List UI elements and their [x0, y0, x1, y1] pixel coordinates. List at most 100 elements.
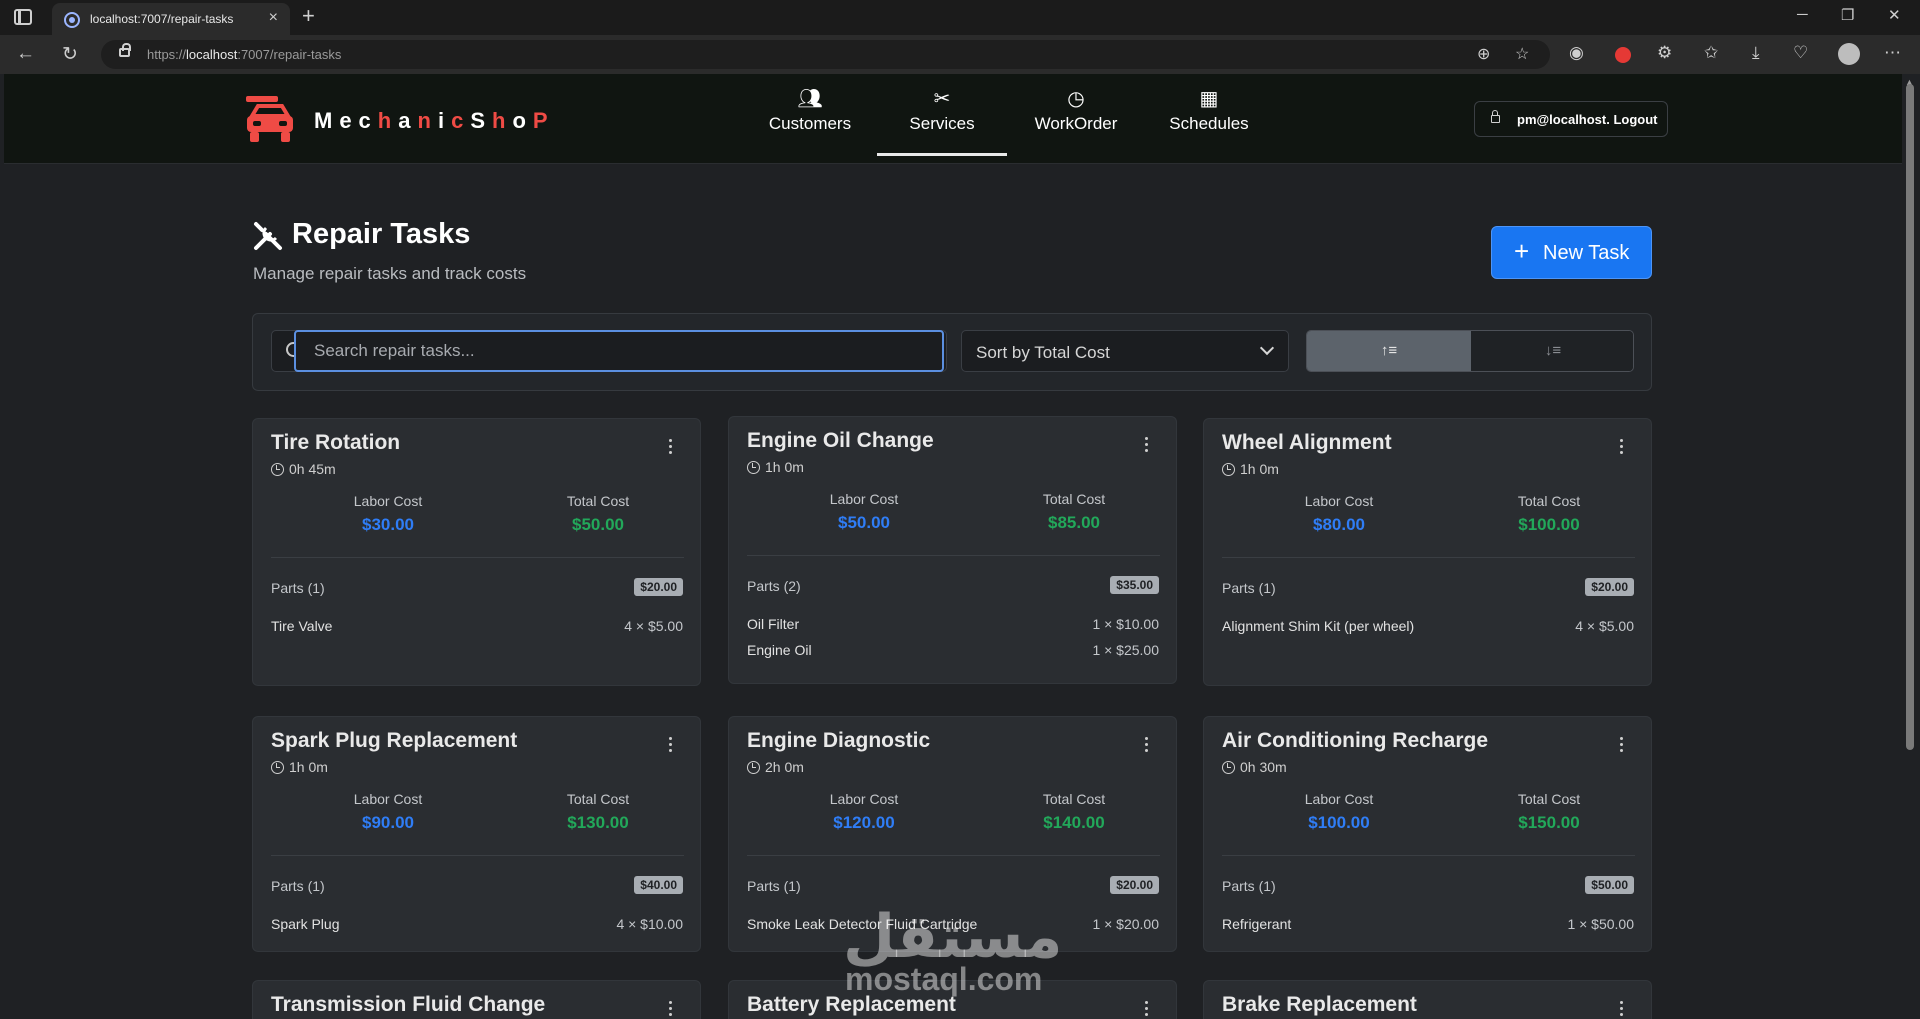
total-cost-label: Total Cost	[566, 493, 630, 509]
part-quantity: 4 × $5.00	[1575, 618, 1634, 634]
part-name: Spark Plug	[271, 916, 340, 932]
sort-descending-icon: ↓≡	[1544, 342, 1562, 359]
sort-ascending-button[interactable]: ↑≡	[1307, 331, 1471, 371]
task-card[interactable]: Tire Rotation 0h 45m Labor Cost $30.00 Total…	[252, 418, 701, 686]
downloads-icon[interactable]: ⤓	[1752, 43, 1760, 63]
favorite-star-icon[interactable]: ☆	[1515, 44, 1529, 64]
more-options-icon[interactable]	[1145, 1001, 1148, 1019]
more-options-icon[interactable]	[669, 737, 672, 755]
parts-total-badge: $35.00	[1110, 576, 1159, 594]
card-divider	[271, 855, 684, 856]
task-card[interactable]: Transmission Fluid Change	[252, 980, 701, 1019]
more-menu-icon[interactable]: ⋯	[1884, 43, 1901, 63]
task-name: Engine Diagnostic	[747, 729, 931, 752]
parts-total-badge: $20.00	[1110, 876, 1159, 894]
more-options-icon[interactable]	[669, 1001, 672, 1019]
task-card[interactable]: Wheel Alignment 1h 0m Labor Cost $80.00 Tota…	[1203, 418, 1652, 686]
part-name: Tire Valve	[271, 618, 333, 634]
tab-title: localhost:7007/repair-tasks	[90, 12, 234, 26]
sort-select[interactable]: Sort by Total Cost	[961, 330, 1289, 372]
reload-icon[interactable]: ↻	[62, 43, 78, 66]
chevron-down-icon	[1259, 340, 1275, 356]
minimize-icon[interactable]: ─	[1797, 6, 1808, 23]
search-input[interactable]	[294, 330, 944, 372]
task-duration: 0h 45m	[271, 461, 336, 477]
car-logo-icon[interactable]	[244, 94, 296, 146]
scrollbar-thumb[interactable]	[1906, 84, 1914, 750]
extension-red-icon[interactable]	[1615, 47, 1631, 63]
restore-icon[interactable]: ❐	[1841, 6, 1854, 24]
favorites-icon[interactable]: ✩	[1704, 43, 1718, 63]
browser-essentials-icon[interactable]: ♡	[1793, 43, 1808, 63]
clock-icon: ◷	[1067, 88, 1085, 110]
tab-favicon-icon	[64, 12, 80, 28]
clock-icon	[271, 463, 284, 476]
extension-icon[interactable]: ◉	[1569, 43, 1584, 63]
part-quantity: 1 × $20.00	[1092, 916, 1159, 932]
card-divider	[747, 555, 1160, 556]
browser-tab[interactable]: localhost:7007/repair-tasks ×	[52, 3, 290, 35]
parts-count: Parts (1)	[747, 878, 801, 894]
task-duration: 1h 0m	[747, 459, 804, 475]
task-card[interactable]: Brake Replacement	[1203, 980, 1652, 1019]
task-card[interactable]: Engine Oil Change 1h 0m Labor Cost $50.00 To…	[728, 416, 1177, 684]
total-cost-value: $85.00	[1048, 513, 1100, 532]
part-name: Engine Oil	[747, 642, 812, 658]
parts-total-badge: $20.00	[634, 578, 683, 596]
task-duration: 1h 0m	[1222, 461, 1279, 477]
parts-total-badge: $50.00	[1585, 876, 1634, 894]
nav-customers-label: Customers	[768, 114, 852, 133]
browser-tab-bar: localhost:7007/repair-tasks × + ─ ❐ ✕	[0, 0, 1920, 35]
extensions-puzzle-icon[interactable]: ⚙	[1657, 43, 1672, 63]
task-card[interactable]: Spark Plug Replacement 1h 0m Labor Cost $90…	[252, 716, 701, 952]
total-cost-label: Total Cost	[566, 791, 630, 807]
more-options-icon[interactable]	[1145, 437, 1148, 455]
address-bar[interactable]: https://localhost:7007/repair-tasks ⊕ ☆	[101, 40, 1550, 69]
clock-icon	[747, 461, 760, 474]
tools-icon: ✂︎	[933, 88, 951, 110]
clock-icon	[271, 761, 284, 774]
total-cost-value: $100.00	[1518, 515, 1580, 534]
total-cost-value: $130.00	[567, 813, 629, 832]
more-options-icon[interactable]	[669, 439, 672, 457]
new-task-label: New Task	[1543, 242, 1630, 264]
page-subtitle: Manage repair tasks and track costs	[253, 264, 527, 283]
nav-workorder[interactable]: ◷ WorkOrder	[1011, 86, 1141, 152]
sort-descending-button[interactable]: ↓≡	[1471, 331, 1633, 371]
more-options-icon[interactable]	[1620, 1001, 1623, 1019]
new-tab-icon[interactable]: +	[302, 3, 315, 29]
labor-cost-value: $100.00	[1308, 813, 1370, 832]
lock-icon	[1491, 110, 1500, 123]
labor-cost-label: Labor Cost	[829, 791, 899, 807]
task-name: Brake Replacement	[1222, 993, 1417, 1016]
part-quantity: 4 × $5.00	[624, 618, 683, 634]
close-tab-icon[interactable]: ×	[269, 9, 278, 27]
tab-actions-icon[interactable]	[14, 9, 32, 25]
more-options-icon[interactable]	[1620, 439, 1623, 457]
back-icon[interactable]: ←	[16, 43, 35, 65]
card-divider	[1222, 557, 1635, 558]
task-name: Tire Rotation	[271, 431, 401, 454]
nav-workorder-label: WorkOrder	[1034, 114, 1118, 133]
parts-count: Parts (2)	[747, 578, 801, 594]
brand-name[interactable]: MechanicShoP	[314, 108, 555, 134]
labor-cost-label: Labor Cost	[1304, 493, 1374, 509]
close-window-icon[interactable]: ✕	[1888, 6, 1901, 24]
nav-services[interactable]: ✂︎ Services	[877, 86, 1007, 156]
total-cost-label: Total Cost	[1517, 493, 1581, 509]
user-logout-label: pm@localhost. Logout	[1517, 112, 1658, 127]
lock-icon[interactable]	[119, 43, 131, 57]
nav-customers[interactable]: 👥︎ Customers	[745, 86, 875, 152]
nav-schedules-label: Schedules	[1169, 114, 1249, 133]
url-text: https://localhost:7007/repair-tasks	[147, 47, 342, 62]
total-cost-value: $150.00	[1518, 813, 1580, 832]
profile-avatar[interactable]	[1838, 43, 1860, 65]
more-options-icon[interactable]	[1145, 737, 1148, 755]
logout-button[interactable]: pm@localhost. Logout	[1474, 101, 1668, 137]
more-options-icon[interactable]	[1620, 737, 1623, 755]
total-cost-value: $50.00	[572, 515, 624, 534]
new-task-button[interactable]: + New Task	[1491, 226, 1652, 279]
task-card[interactable]: Air Conditioning Recharge 0h 30m Labor Cos…	[1203, 716, 1652, 952]
zoom-icon[interactable]: ⊕	[1477, 44, 1490, 64]
nav-schedules[interactable]: ▦ Schedules	[1144, 86, 1274, 152]
